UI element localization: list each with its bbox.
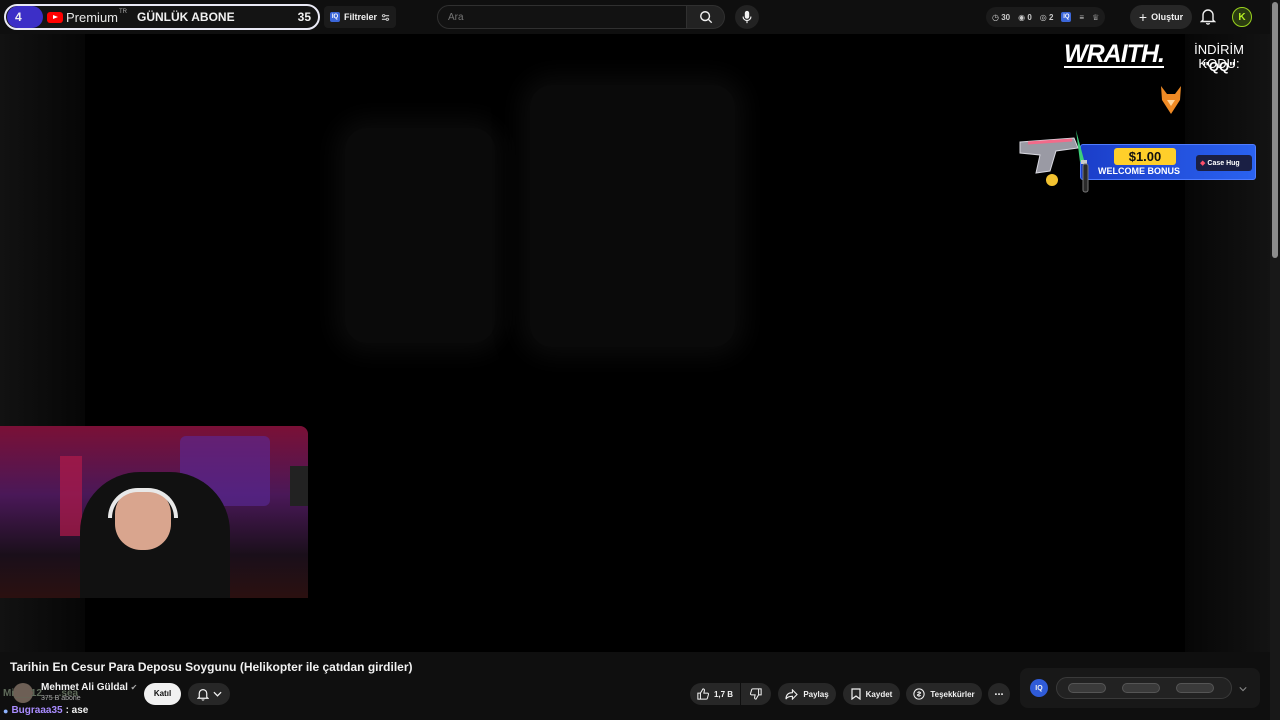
banner-brand: ◆ Case Hug bbox=[1196, 155, 1252, 171]
counter-left-value: 4 bbox=[7, 6, 43, 28]
search-input[interactable] bbox=[437, 5, 687, 29]
banner-brand-label: Case Hug bbox=[1207, 159, 1240, 167]
channel-name[interactable]: Mehmet Ali Güldal ✔ bbox=[41, 682, 137, 693]
daily-subscriber-counter: 4 Premium TR GÜNLÜK ABONE 35 bbox=[4, 4, 320, 30]
extension-slot-2[interactable] bbox=[1122, 683, 1160, 693]
extension-stats[interactable]: ◷ 30 ◉ 0 ◎ 2 IQ ≡ ♕ bbox=[986, 7, 1106, 27]
sponsor-logo: WRAITH. bbox=[1064, 40, 1165, 68]
bell-icon bbox=[1199, 9, 1217, 25]
extension-slot-1[interactable] bbox=[1068, 683, 1106, 693]
microphone-arm bbox=[290, 466, 308, 506]
search-button[interactable] bbox=[687, 5, 725, 29]
clock-stat: ◷ 30 bbox=[992, 12, 1011, 22]
channel-name-text: Mehmet Ali Güldal bbox=[41, 682, 128, 693]
youtube-logo-icon bbox=[47, 11, 63, 23]
banner-price: $1.00 bbox=[1114, 148, 1176, 165]
save-button[interactable]: Kaydet bbox=[843, 683, 900, 705]
banner-bonus-text: WELCOME BONUS bbox=[1098, 166, 1180, 176]
thumbs-up-icon bbox=[697, 688, 709, 700]
thumbs-down-icon bbox=[750, 688, 762, 700]
chevron-down-icon[interactable] bbox=[1239, 686, 1247, 692]
filters-button[interactable]: IQ Filtreler bbox=[324, 6, 397, 28]
chat-badge-icon: ● bbox=[3, 705, 9, 716]
webcam-overlay bbox=[0, 426, 308, 598]
bell-icon bbox=[196, 688, 209, 701]
other-stat: ◎ 2 bbox=[1039, 12, 1054, 22]
more-actions-button[interactable]: ... bbox=[988, 683, 1010, 705]
join-button[interactable]: Katıl bbox=[144, 683, 181, 705]
search-icon bbox=[699, 11, 712, 24]
counter-right-value: 35 bbox=[297, 10, 311, 24]
counter-title: GÜNLÜK ABONE bbox=[137, 10, 235, 24]
create-button[interactable]: + Oluştur bbox=[1130, 5, 1192, 29]
ambient-right bbox=[1185, 34, 1270, 652]
knife-icon bbox=[1076, 130, 1089, 193]
video-title: Tarihin En Cesur Para Deposu Soygunu (He… bbox=[10, 660, 413, 674]
iq-extension-icon: IQ bbox=[330, 12, 340, 22]
super-thanks-icon bbox=[913, 688, 925, 700]
thanks-label: Teşekkürler bbox=[930, 689, 975, 699]
blurred-frame-right bbox=[530, 85, 735, 347]
extension-slot-3[interactable] bbox=[1176, 683, 1214, 693]
share-icon bbox=[785, 688, 799, 700]
light-panel bbox=[60, 456, 82, 536]
eye-stat: ◉ 0 bbox=[1018, 12, 1032, 22]
casehug-logo-icon: ◆ bbox=[1200, 160, 1206, 167]
fox-logo-icon bbox=[1161, 86, 1181, 114]
chevron-down-icon bbox=[212, 691, 222, 697]
dislike-button[interactable] bbox=[741, 683, 771, 705]
subscription-bell-button[interactable] bbox=[188, 683, 230, 705]
scrollbar-thumb[interactable] bbox=[1272, 2, 1278, 258]
trophy-icon[interactable]: ♕ bbox=[1092, 13, 1099, 22]
thanks-button[interactable]: Teşekkürler bbox=[906, 683, 982, 705]
notifications-button[interactable] bbox=[1199, 8, 1217, 30]
discount-code: "QQ" bbox=[1202, 59, 1236, 74]
share-button[interactable]: Paylaş bbox=[778, 683, 836, 705]
blurred-frame-left bbox=[345, 128, 495, 343]
verified-icon: ✔ bbox=[130, 683, 138, 692]
like-button[interactable]: 1,7 B bbox=[690, 683, 740, 705]
chat-username: Bugraaa35 bbox=[11, 705, 63, 716]
bookmark-icon bbox=[851, 688, 861, 700]
like-count: 1,7 B bbox=[713, 689, 734, 699]
account-avatar[interactable]: K bbox=[1232, 7, 1252, 27]
save-label: Kaydet bbox=[865, 689, 893, 699]
iq-badge[interactable]: IQ bbox=[1030, 679, 1048, 697]
subscriber-count: 375 B abone bbox=[41, 695, 81, 702]
iq-icon[interactable]: IQ bbox=[1061, 12, 1072, 22]
chat-message: ● Bugraaa35 : ase bbox=[3, 705, 88, 716]
region-sup: TR bbox=[119, 9, 128, 15]
microphone-icon bbox=[742, 10, 752, 24]
plus-icon: + bbox=[1138, 9, 1148, 25]
sliders-icon bbox=[381, 13, 390, 21]
filters-label: Filtreler bbox=[344, 12, 378, 22]
chat-text: : ase bbox=[65, 705, 89, 716]
create-label: Oluştur bbox=[1151, 12, 1184, 22]
share-label: Paylaş bbox=[803, 689, 829, 699]
premium-label: Premium bbox=[66, 9, 119, 25]
voice-search-button[interactable] bbox=[735, 5, 759, 29]
list-icon[interactable]: ≡ bbox=[1079, 13, 1084, 22]
